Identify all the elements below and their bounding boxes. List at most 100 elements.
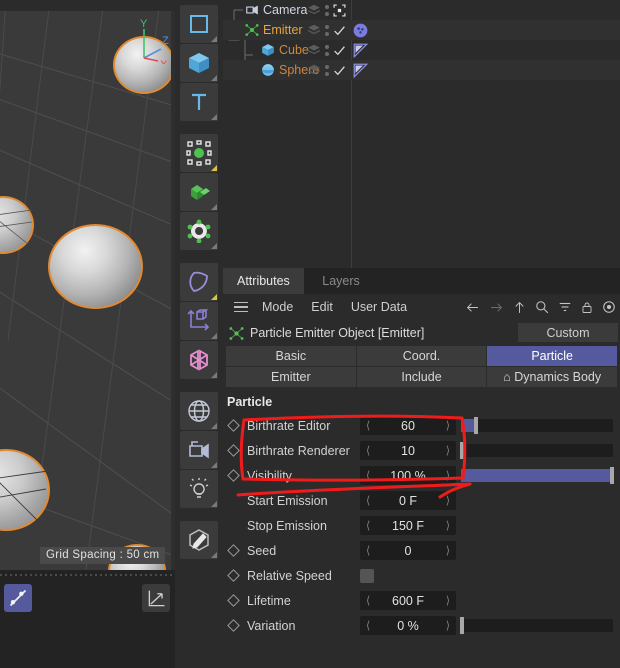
layer-icon[interactable]: [307, 23, 321, 37]
param-row-variation[interactable]: Variation ⟨ 0 % ⟩: [223, 613, 620, 638]
increment-arrow-icon[interactable]: ⟩: [446, 616, 450, 635]
filter-icon[interactable]: [558, 300, 572, 314]
tab-attributes[interactable]: Attributes: [223, 268, 304, 294]
visibility-dots[interactable]: [325, 64, 329, 76]
layer-icon[interactable]: [307, 63, 321, 77]
start-emission-input[interactable]: ⟨ 0 F ⟩: [360, 491, 456, 510]
curve-editor-button[interactable]: [142, 584, 170, 612]
decrement-arrow-icon[interactable]: ⟨: [366, 491, 370, 510]
viewport-3d[interactable]: Y Z X Grid Spacing : 50 cm: [0, 0, 175, 570]
object-row-icons[interactable]: [307, 60, 346, 80]
simulation-tool[interactable]: [180, 212, 218, 250]
visibility-dots[interactable]: [325, 44, 329, 56]
keyframe-diamond-icon[interactable]: [227, 444, 240, 457]
param-row-birthrate-editor[interactable]: Birthrate Editor ⟨ 60 ⟩: [223, 413, 620, 438]
decrement-arrow-icon[interactable]: ⟨: [366, 416, 370, 435]
object-row-emitter[interactable]: Emitter: [223, 20, 620, 40]
emitter-tool[interactable]: [180, 134, 218, 172]
tab-basic[interactable]: Basic: [226, 346, 356, 366]
birthrate-renderer-slider[interactable]: [460, 442, 613, 459]
attribute-tabbar[interactable]: Attributes Layers: [223, 268, 620, 294]
up-arrow-icon[interactable]: [513, 300, 526, 315]
variation-input[interactable]: ⟨ 0 % ⟩: [360, 616, 456, 635]
increment-arrow-icon[interactable]: ⟩: [446, 591, 450, 610]
object-manager[interactable]: Camera Emitter Cube Sphere: [223, 0, 620, 268]
preset-dropdown[interactable]: Custom: [518, 323, 618, 342]
tab-include[interactable]: Include: [356, 367, 487, 387]
param-row-visibility[interactable]: Visibility ⟨ 100 % ⟩: [223, 463, 620, 488]
birthrate-renderer-input[interactable]: ⟨ 10 ⟩: [360, 441, 456, 460]
rectangle-select-tool[interactable]: [180, 5, 218, 43]
viewport-sphere-mid[interactable]: [48, 224, 143, 309]
param-row-relative-speed[interactable]: Relative Speed: [223, 563, 620, 588]
object-row-camera[interactable]: Camera: [223, 0, 620, 20]
mograph-tool[interactable]: [180, 173, 218, 211]
record-icon[interactable]: [602, 300, 616, 314]
forward-arrow-icon[interactable]: [489, 301, 504, 314]
tab-emitter[interactable]: Emitter: [226, 367, 356, 387]
param-row-lifetime[interactable]: Lifetime ⟨ 600 F ⟩: [223, 588, 620, 613]
tab-layers[interactable]: Layers: [308, 268, 374, 294]
param-row-stop-emission[interactable]: Stop Emission ⟨ 150 F ⟩: [223, 513, 620, 538]
menu-hamburger-icon[interactable]: [231, 301, 251, 313]
keyframe-diamond-icon[interactable]: [227, 569, 240, 582]
object-row-icons[interactable]: [307, 20, 346, 40]
menu-mode[interactable]: Mode: [253, 300, 302, 314]
menu-edit[interactable]: Edit: [302, 300, 342, 314]
increment-arrow-icon[interactable]: ⟩: [446, 416, 450, 435]
material-tool[interactable]: [180, 521, 218, 559]
phong-tag-icon[interactable]: [353, 63, 368, 78]
object-row-icons[interactable]: [307, 0, 346, 20]
birthrate-editor-input[interactable]: ⟨ 60 ⟩: [360, 416, 456, 435]
param-row-seed[interactable]: Seed ⟨ 0 ⟩: [223, 538, 620, 563]
birthrate-editor-slider[interactable]: [461, 417, 613, 434]
attribute-manager[interactable]: Attributes Layers Mode Edit User Data Pa…: [223, 268, 620, 668]
keyframe-diamond-icon[interactable]: [227, 469, 240, 482]
seed-input[interactable]: ⟨ 0 ⟩: [360, 541, 456, 560]
object-tag-phong[interactable]: [353, 40, 368, 60]
back-arrow-icon[interactable]: [465, 301, 480, 314]
lock-icon[interactable]: [581, 300, 593, 315]
relative-speed-checkbox[interactable]: [360, 568, 374, 583]
param-row-birthrate-renderer[interactable]: Birthrate Renderer ⟨ 10 ⟩: [223, 438, 620, 463]
symmetry-tool[interactable]: [180, 341, 218, 379]
visibility-dots[interactable]: [325, 24, 329, 36]
keyframe-diamond-icon[interactable]: [227, 594, 240, 607]
decrement-arrow-icon[interactable]: ⟨: [366, 541, 370, 560]
param-row-start-emission[interactable]: Start Emission ⟨ 0 F ⟩: [223, 488, 620, 513]
keyframe-diamond-icon[interactable]: [227, 419, 240, 432]
viewport-canvas[interactable]: Y Z X: [0, 11, 175, 570]
tool-palette[interactable]: [175, 0, 223, 668]
deformer-tool[interactable]: [180, 263, 218, 301]
attribute-menu-icons[interactable]: [465, 300, 620, 315]
environment-tool[interactable]: [180, 392, 218, 430]
snap-toggle-button[interactable]: [4, 584, 32, 612]
menu-user-data[interactable]: User Data: [342, 300, 416, 314]
cube-primitive-tool[interactable]: [180, 44, 218, 82]
layer-icon[interactable]: [307, 3, 321, 17]
lifetime-input[interactable]: ⟨ 600 F ⟩: [360, 591, 456, 610]
camera-tool[interactable]: [180, 431, 218, 469]
tab-dynamics-body[interactable]: ⌂ Dynamics Body: [487, 367, 618, 387]
variation-slider[interactable]: [460, 617, 613, 634]
increment-arrow-icon[interactable]: ⟩: [446, 541, 450, 560]
decrement-arrow-icon[interactable]: ⟨: [366, 441, 370, 460]
object-row-sphere[interactable]: Sphere: [223, 60, 620, 80]
tab-particle[interactable]: Particle: [487, 346, 618, 366]
stop-emission-input[interactable]: ⟨ 150 F ⟩: [360, 516, 456, 535]
search-icon[interactable]: [535, 300, 549, 314]
attribute-menubar[interactable]: Mode Edit User Data: [223, 294, 620, 320]
increment-arrow-icon[interactable]: ⟩: [446, 441, 450, 460]
keyframe-diamond-icon[interactable]: [227, 619, 240, 632]
timeline-bar[interactable]: 75 80 85 90 90 F: [0, 570, 175, 668]
dynamics-tag-icon[interactable]: [353, 23, 368, 38]
decrement-arrow-icon[interactable]: ⟨: [366, 616, 370, 635]
decrement-arrow-icon[interactable]: ⟨: [366, 466, 370, 485]
increment-arrow-icon[interactable]: ⟩: [446, 491, 450, 510]
object-row-cube[interactable]: Cube: [223, 40, 620, 60]
layer-icon[interactable]: [307, 43, 321, 57]
object-tag-dynamics[interactable]: [353, 20, 368, 40]
text-tool[interactable]: [180, 83, 218, 121]
increment-arrow-icon[interactable]: ⟩: [446, 516, 450, 535]
object-row-icons[interactable]: [307, 40, 346, 60]
